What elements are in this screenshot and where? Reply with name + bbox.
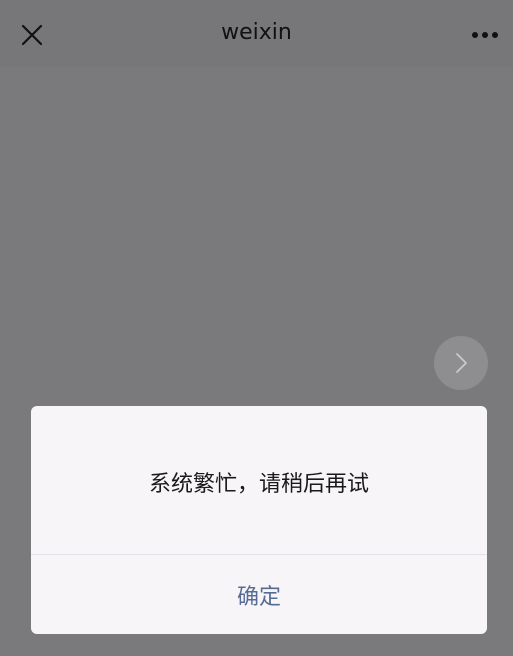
- confirm-button[interactable]: 确定: [31, 555, 487, 634]
- dialog-message: 系统繁忙，请稍后再试: [148, 472, 369, 497]
- more-button[interactable]: [467, 17, 503, 53]
- page-title: weixin: [221, 20, 292, 45]
- next-button[interactable]: [434, 336, 488, 390]
- alert-dialog: 系统繁忙，请稍后再试 确定: [31, 406, 487, 634]
- chevron-right-icon: [456, 353, 467, 373]
- more-dots-icon: [472, 32, 498, 38]
- top-nav-bar: weixin: [0, 0, 513, 67]
